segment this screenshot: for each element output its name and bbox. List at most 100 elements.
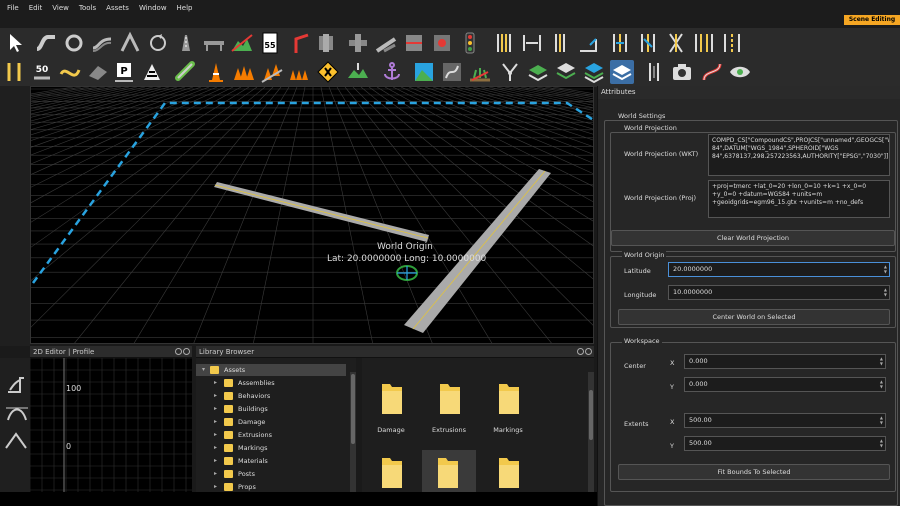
folder-materials-preview[interactable] xyxy=(366,454,416,492)
center-x-spinner-icon[interactable]: ▲ ▼ xyxy=(880,356,883,366)
camera-icon[interactable] xyxy=(670,60,694,84)
lane-split-tool-icon[interactable] xyxy=(608,31,632,55)
parking-lot-tool-icon[interactable] xyxy=(2,60,26,84)
cone-path-icon[interactable] xyxy=(260,60,284,84)
lane-merge-tool-icon[interactable] xyxy=(636,31,660,55)
warning-sign-icon[interactable] xyxy=(316,60,340,84)
split-tool-icon[interactable] xyxy=(118,31,142,55)
menu-tools[interactable]: Tools xyxy=(74,2,101,14)
tree-item-behaviors[interactable]: ▸ Behaviors xyxy=(196,390,356,402)
scene-editing-badge[interactable]: Scene Editing xyxy=(844,15,900,25)
ramp-tool-icon[interactable] xyxy=(374,31,398,55)
lane-add-tool-icon[interactable] xyxy=(548,31,572,55)
extents-y-spinner-icon[interactable]: ▲ ▼ xyxy=(880,438,883,448)
folder-posts-preview[interactable] xyxy=(422,450,476,492)
fit-bounds-to-selected-button[interactable]: Fit Bounds To Selected xyxy=(618,464,890,480)
wkt-textarea[interactable]: COMPD_CS["CompoundCS",PROJCS["unnamed",G… xyxy=(708,134,890,176)
center-y-spinner-icon[interactable]: ▲ ▼ xyxy=(880,379,883,389)
tree-item-damage[interactable]: ▸ Damage xyxy=(196,416,356,428)
longitude-input[interactable]: 10.0000000 ▲ ▼ xyxy=(668,285,890,300)
vegetation-tool-icon[interactable] xyxy=(468,60,492,84)
select-tool-icon[interactable] xyxy=(4,31,28,55)
rotate-tool-icon[interactable] xyxy=(146,31,170,55)
terrain-tool-icon[interactable] xyxy=(230,31,254,55)
world-origin-marker[interactable] xyxy=(396,265,418,281)
world-settings-icon[interactable] xyxy=(610,60,634,84)
speed-limit-sign-icon[interactable]: 55 xyxy=(258,31,282,55)
extents-y-input[interactable]: 500.00 ▲ ▼ xyxy=(684,436,886,451)
traffic-cone-icon[interactable] xyxy=(204,60,228,84)
folder-props-preview[interactable] xyxy=(483,454,533,492)
cone-line-icon[interactable] xyxy=(288,60,312,84)
node-split-icon[interactable] xyxy=(498,60,522,84)
route-tool-icon[interactable] xyxy=(700,60,724,84)
slope-curve-icon[interactable] xyxy=(8,377,24,393)
folder-extrusions[interactable]: Extrusions xyxy=(424,358,474,434)
merge-tool-icon[interactable] xyxy=(402,31,426,55)
tree-item-props[interactable]: ▸ Props xyxy=(196,481,356,492)
road-curve-tool-icon[interactable] xyxy=(34,31,58,55)
library-float-icon[interactable] xyxy=(577,348,584,355)
tree-item-posts[interactable]: ▸ Posts xyxy=(196,468,356,480)
lane-carriageway-tool-icon[interactable] xyxy=(692,31,716,55)
menu-file[interactable]: File xyxy=(2,2,24,14)
tree-item-assets[interactable]: ▾ Assets xyxy=(196,364,346,376)
folder-markings[interactable]: Markings xyxy=(483,358,533,434)
intersection-tool-icon[interactable] xyxy=(314,31,338,55)
junction-tool-icon[interactable] xyxy=(288,31,312,55)
layer-stack-icon[interactable] xyxy=(526,60,550,84)
center-y-input[interactable]: 0.000 ▲ ▼ xyxy=(684,377,886,392)
panel-close-icon[interactable] xyxy=(183,348,190,355)
layer-group-icon[interactable] xyxy=(582,60,606,84)
menu-help[interactable]: Help xyxy=(172,2,198,14)
center-x-input[interactable]: 0.000 ▲ ▼ xyxy=(684,354,886,369)
extents-x-input[interactable]: 500.00 ▲ ▼ xyxy=(684,413,886,428)
crossing-tool-icon[interactable] xyxy=(346,31,370,55)
proj-textarea[interactable]: +proj=tmerc +lat_0=20 +lon_0=10 +k=1 +x_… xyxy=(708,180,890,218)
peak-curve-icon[interactable] xyxy=(5,432,27,449)
tree-item-buildings[interactable]: ▸ Buildings xyxy=(196,403,356,415)
signal-junction-tool-icon[interactable] xyxy=(430,31,454,55)
tree-scrollbar[interactable] xyxy=(350,372,356,492)
parking-sign-icon[interactable]: P xyxy=(112,60,136,84)
menu-edit[interactable]: Edit xyxy=(24,2,48,14)
road-segment-left[interactable] xyxy=(214,182,429,242)
surface-tool-icon[interactable] xyxy=(86,60,110,84)
folder-damage[interactable]: Damage xyxy=(366,358,416,434)
roundabout-tool-icon[interactable] xyxy=(62,31,86,55)
lane-marking-tool-icon[interactable] xyxy=(720,31,744,55)
traffic-light-icon[interactable] xyxy=(458,31,482,55)
bridge-tool-icon[interactable] xyxy=(202,31,226,55)
lane-end-tool-icon[interactable] xyxy=(576,31,600,55)
library-close-icon[interactable] xyxy=(585,348,592,355)
menu-window[interactable]: Window xyxy=(134,2,172,14)
visibility-tool-icon[interactable] xyxy=(728,60,752,84)
latitude-spinner-icon[interactable]: ▲ ▼ xyxy=(884,264,887,274)
terrain-image-icon[interactable] xyxy=(412,60,436,84)
pipe-tool-icon[interactable] xyxy=(174,60,198,84)
anchor-icon[interactable] xyxy=(380,60,404,84)
curve-road-tool-icon[interactable] xyxy=(58,60,82,84)
grid-scrollbar[interactable] xyxy=(588,372,594,492)
tree-item-extrusions[interactable]: ▸ Extrusions xyxy=(196,429,356,441)
road-straight-tool-icon[interactable] xyxy=(174,31,198,55)
arc-curve-icon[interactable] xyxy=(6,407,28,421)
longitude-spinner-icon[interactable]: ▲ ▼ xyxy=(884,287,887,297)
speed-sign-50-icon[interactable]: 50 xyxy=(30,60,54,84)
3d-viewport[interactable]: World Origin Lat: 20.0000000 Long: 10.00… xyxy=(30,86,594,344)
tree-item-assemblies[interactable]: ▸ Assemblies xyxy=(196,377,356,389)
extents-x-spinner-icon[interactable]: ▲ ▼ xyxy=(880,415,883,425)
cone-row-icon[interactable] xyxy=(232,60,256,84)
lane-offset-tool-icon[interactable] xyxy=(520,31,544,55)
tree-item-markings[interactable]: ▸ Markings xyxy=(196,442,356,454)
texture-tool-icon[interactable] xyxy=(440,60,464,84)
measure-tool-icon[interactable] xyxy=(642,60,666,84)
lane-width-tool-icon[interactable] xyxy=(492,31,516,55)
clear-world-projection-button[interactable]: Clear World Projection xyxy=(611,230,895,246)
latitude-input[interactable]: 20.0000000 ▲ ▼ xyxy=(668,262,890,277)
layer-stack-alt-icon[interactable] xyxy=(554,60,578,84)
panel-float-icon[interactable] xyxy=(175,348,182,355)
2d-editor-canvas[interactable]: 100 0 xyxy=(29,357,192,492)
tree-item-materials[interactable]: ▸ Materials xyxy=(196,455,356,467)
pedestrian-crossing-icon[interactable] xyxy=(140,60,164,84)
